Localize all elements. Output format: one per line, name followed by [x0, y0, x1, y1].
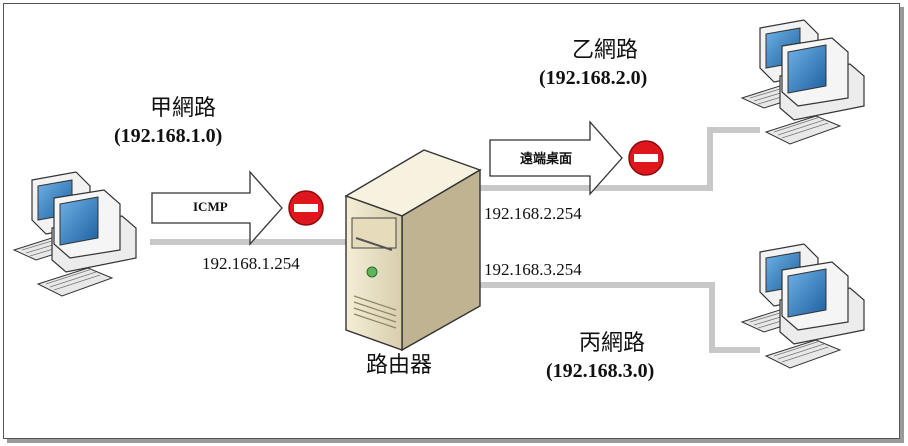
router-name: 路由器 — [366, 353, 433, 378]
no-entry-icon-icmp — [288, 190, 324, 226]
remote-desktop-label: 遠端桌面 — [520, 151, 573, 166]
network-a-subnet: (192.168.1.0) — [114, 125, 223, 147]
network-b-subnet: (192.168.2.0) — [539, 67, 648, 89]
network-diagram — [13, 19, 865, 369]
computer-icon-network-a — [13, 171, 137, 297]
server-icon — [344, 149, 482, 352]
router-ip-network-c: 192.168.3.254 — [484, 260, 582, 279]
computer-icon-network-b — [741, 19, 865, 145]
network-c-name: 丙網路 — [579, 331, 646, 356]
router-ip-network-a: 192.168.1.254 — [202, 254, 300, 273]
network-a-name: 甲網路 — [150, 96, 217, 121]
no-entry-icon-remote-desktop — [628, 140, 664, 176]
network-c-subnet: (192.168.3.0) — [546, 360, 655, 382]
icmp-label: ICMP — [193, 199, 228, 214]
computer-icon-network-c — [741, 243, 865, 369]
network-b-name: 乙網路 — [572, 38, 639, 63]
router-ip-network-b: 192.168.2.254 — [484, 204, 582, 223]
